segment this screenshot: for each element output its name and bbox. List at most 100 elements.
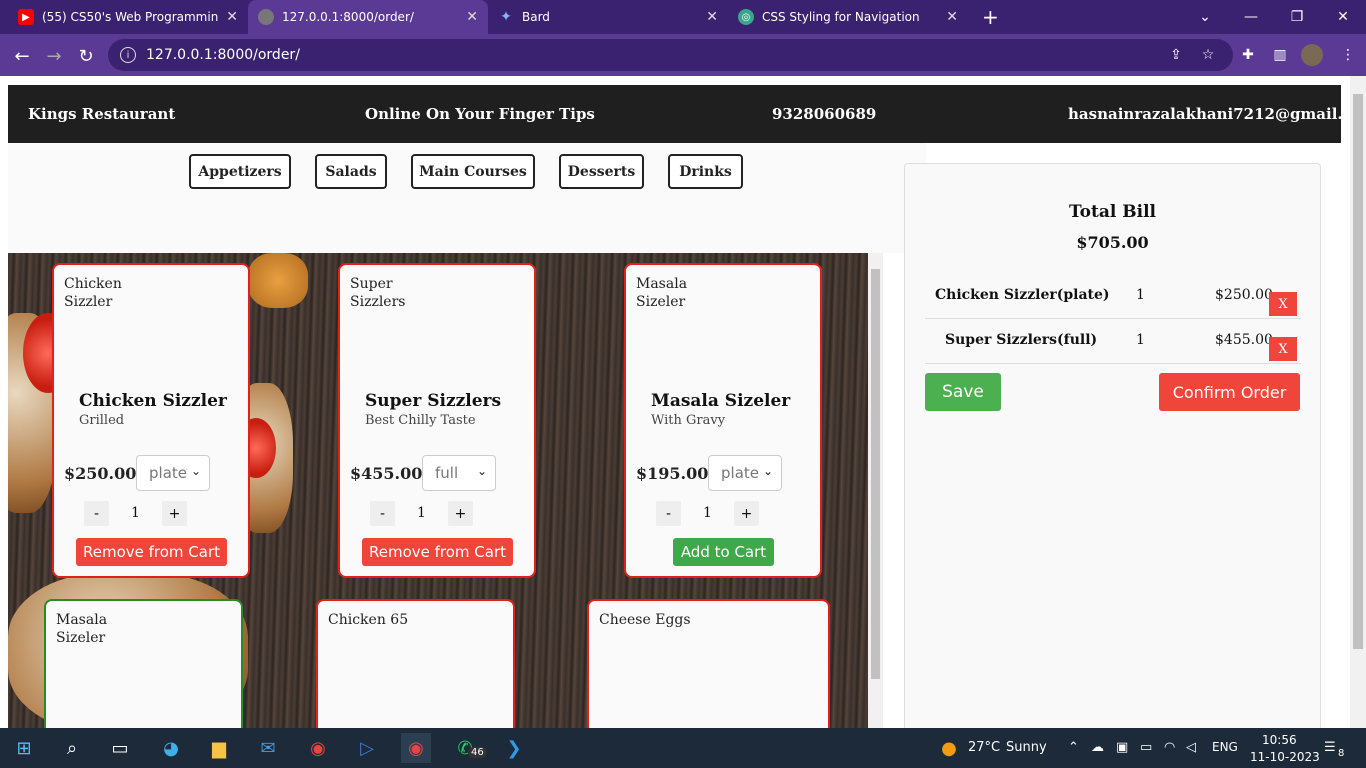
volume-icon[interactable]: ◁: [1186, 740, 1196, 755]
item-price: $455.00: [350, 464, 423, 483]
portion-select[interactable]: plate ⌄: [136, 455, 210, 491]
page-scrollbar[interactable]: [1350, 76, 1366, 728]
decrease-qty-button[interactable]: -: [370, 501, 395, 526]
notification-icon[interactable]: ☰: [1324, 740, 1336, 755]
share-icon[interactable]: ⇪: [1165, 44, 1187, 66]
forward-icon[interactable]: →: [42, 44, 66, 68]
quantity-value: 1: [131, 505, 140, 521]
powershell-icon[interactable]: ▷: [352, 733, 382, 763]
decrease-qty-button[interactable]: -: [656, 501, 681, 526]
close-tab-icon[interactable]: ✕: [226, 9, 238, 25]
reload-icon[interactable]: ↻: [74, 44, 98, 68]
category-drinks[interactable]: Drinks: [668, 154, 743, 189]
chatgpt-icon: ◎: [738, 9, 754, 25]
category-desserts[interactable]: Desserts: [559, 154, 644, 189]
category-main-courses[interactable]: Main Courses: [411, 154, 535, 189]
task-view-icon[interactable]: ▭: [105, 733, 135, 763]
onedrive-icon[interactable]: ☁: [1091, 740, 1104, 755]
close-tab-icon[interactable]: ✕: [946, 9, 958, 25]
bill-row: Chicken Sizzler(plate) 1 $250.00 X: [925, 274, 1301, 319]
bookmark-star-icon[interactable]: ☆: [1197, 44, 1219, 66]
extensions-icon[interactable]: ✚: [1237, 44, 1259, 66]
back-icon[interactable]: ←: [10, 44, 34, 68]
item-description: Grilled: [79, 413, 125, 428]
chevron-down-icon: ⌄: [476, 464, 487, 478]
site-info-icon[interactable]: i: [120, 47, 136, 63]
bill-item-name: Chicken Sizzler(plate): [935, 287, 1110, 303]
close-tab-icon[interactable]: ✕: [466, 9, 478, 25]
category-nav: Appetizers Salads Main Courses Desserts …: [8, 143, 926, 253]
increase-qty-button[interactable]: +: [734, 501, 759, 526]
item-description: With Gravy: [651, 413, 726, 428]
increase-qty-button[interactable]: +: [162, 501, 187, 526]
clock-time[interactable]: 10:56: [1262, 733, 1297, 747]
portion-select[interactable]: full ⌄: [422, 455, 496, 491]
edge-icon[interactable]: ◕: [156, 733, 186, 763]
menu-card: Super Sizzlers Super Sizzlers Best Chill…: [338, 263, 536, 578]
close-window-button[interactable]: ✕: [1320, 0, 1366, 34]
remove-from-cart-button[interactable]: Remove from Cart: [362, 538, 513, 566]
battery-icon[interactable]: ▭: [1140, 740, 1152, 755]
menu-items-area: Chicken Sizzler Chicken Sizzler Grilled …: [8, 253, 868, 728]
weather-desc[interactable]: Sunny: [1006, 740, 1047, 755]
sun-icon[interactable]: ●: [934, 733, 964, 763]
weather-temp[interactable]: 27°C: [968, 740, 1000, 755]
file-explorer-icon[interactable]: ▆: [204, 733, 234, 763]
url-text: 127.0.0.1:8000/order/: [146, 47, 300, 63]
menu-card: Cheese Eggs: [587, 599, 830, 728]
wifi-icon[interactable]: ◠: [1164, 740, 1175, 755]
minimize-button[interactable]: —: [1228, 0, 1274, 34]
category-appetizers[interactable]: Appetizers: [189, 154, 291, 189]
clock-date[interactable]: 11-10-2023: [1250, 750, 1320, 764]
tab-css-styling[interactable]: ◎ CSS Styling for Navigation ✕: [728, 0, 968, 34]
tab-order[interactable]: 127.0.0.1:8000/order/ ✕: [248, 0, 488, 34]
item-name: Masala Sizeler: [651, 391, 791, 411]
item-price: $250.00: [64, 464, 137, 483]
new-tab-button[interactable]: +: [972, 0, 1002, 34]
confirm-order-button[interactable]: Confirm Order: [1159, 373, 1300, 411]
close-tab-icon[interactable]: ✕: [706, 9, 718, 25]
address-bar[interactable]: i 127.0.0.1:8000/order/: [108, 39, 1233, 71]
tab-search-icon[interactable]: ⌄: [1182, 0, 1228, 34]
mail-icon[interactable]: ✉: [253, 733, 283, 763]
bill-item-price: $250.00: [1215, 287, 1273, 303]
email-address: hasnainrazalakhani7212@gmail.com: [1068, 105, 1366, 123]
background-jar-image: [248, 253, 308, 308]
bill-row: Super Sizzlers(full) 1 $455.00 X: [925, 319, 1301, 364]
decrease-qty-button[interactable]: -: [84, 501, 109, 526]
language-indicator[interactable]: ENG: [1212, 740, 1238, 754]
add-to-cart-button[interactable]: Add to Cart: [673, 538, 774, 566]
scrollbar-thumb[interactable]: [871, 269, 880, 679]
page-scrollbar-thumb[interactable]: [1353, 94, 1363, 649]
bill-title: Total Bill: [1068, 202, 1157, 222]
menu-card: Chicken 65: [316, 599, 515, 728]
increase-qty-button[interactable]: +: [448, 501, 473, 526]
side-panel-icon[interactable]: ▥: [1269, 44, 1291, 66]
chrome-icon[interactable]: ◉: [303, 733, 333, 763]
quantity-value: 1: [703, 505, 712, 521]
windows-start-icon[interactable]: ⊞: [9, 733, 39, 763]
profile-avatar[interactable]: [1301, 44, 1323, 66]
show-hidden-icons[interactable]: ⌃: [1068, 740, 1079, 755]
remove-from-cart-button[interactable]: Remove from Cart: [76, 538, 227, 566]
restore-button[interactable]: ❐: [1274, 0, 1320, 34]
meet-icon[interactable]: ▣: [1116, 740, 1128, 755]
search-icon[interactable]: ⌕: [57, 733, 87, 763]
item-description: Best Chilly Taste: [365, 413, 476, 428]
menu-scrollbar[interactable]: [868, 253, 883, 728]
remove-item-button[interactable]: X: [1269, 337, 1297, 361]
bill-total: $705.00: [1076, 233, 1149, 252]
food-image: Chicken 65: [328, 612, 409, 628]
portion-select[interactable]: plate ⌄: [708, 455, 782, 491]
save-button[interactable]: Save: [925, 373, 1001, 411]
tab-youtube[interactable]: ▶ (55) CS50's Web Programming w ✕: [8, 0, 248, 34]
chrome-menu-icon[interactable]: ⋮: [1337, 44, 1359, 66]
food-image: Chicken Sizzler: [64, 276, 122, 310]
vscode-icon[interactable]: ❯: [499, 733, 529, 763]
category-salads[interactable]: Salads: [315, 154, 387, 189]
brand-name: Kings Restaurant: [28, 105, 176, 123]
bill-item-qty: 1: [1136, 332, 1145, 348]
chrome-profile-icon[interactable]: ◉: [401, 733, 431, 763]
remove-item-button[interactable]: X: [1269, 292, 1297, 316]
tab-bard[interactable]: ✦ Bard ✕: [488, 0, 728, 34]
